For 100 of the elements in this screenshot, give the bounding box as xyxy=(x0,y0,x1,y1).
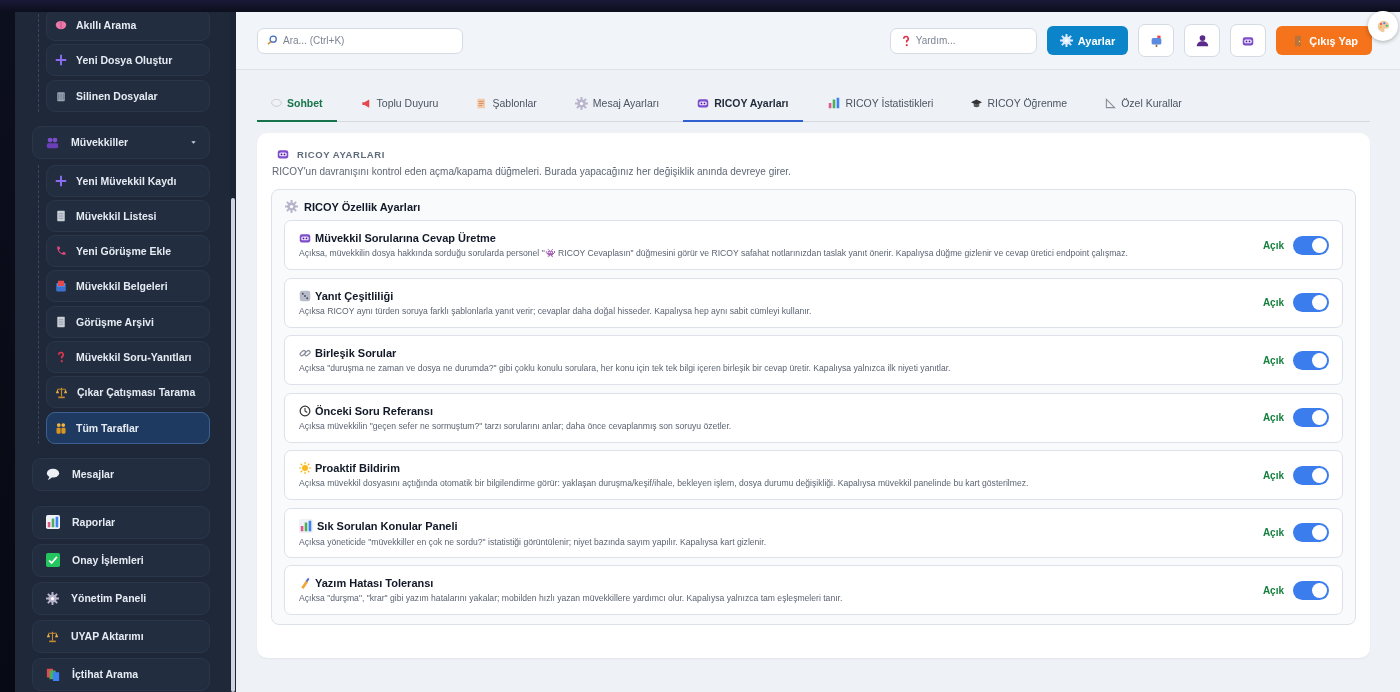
tab[interactable]: Mesaj Ayarları xyxy=(560,96,674,122)
bar-chart-icon xyxy=(826,96,841,110)
setting-description: Açıksa "duruşma ne zaman ve dosya ne durumda?" gibi çoklu konulu sorulara, her konu için tek tek bilgi içeren birleşik bir cevap üretir. Kapalıysa yalnızca ilk niyeti yanıtlar. xyxy=(299,363,952,373)
sidebar-item[interactable]: Müvekkil Belgeleri xyxy=(46,270,210,303)
sidebar-item[interactable]: Yeni Müvekkil Kaydı xyxy=(46,164,210,197)
mailbox-icon xyxy=(1149,34,1163,47)
robot-icon xyxy=(1242,34,1255,47)
tab[interactable]: RICOY Ayarları xyxy=(683,96,803,122)
triangle-ruler-icon xyxy=(1105,97,1117,109)
dice-icon xyxy=(299,289,311,302)
setting-title: Önceki Soru Referansı xyxy=(315,404,433,417)
setting-title: Yazım Hatası Toleransı xyxy=(315,577,434,589)
toggle-state: Açık xyxy=(1262,354,1284,366)
sidebar-item[interactable]: Yeni Dosya Oluştur xyxy=(46,44,210,77)
scale-icon xyxy=(55,385,68,399)
trash-icon xyxy=(55,89,67,102)
inbox-icon xyxy=(55,280,67,293)
question-icon xyxy=(55,351,67,364)
setting-description: Açıksa müvekkil dosyasını açtığında otomatik bir bilgilendirme görür: yaklaşan duruşma/keşif/ihale, bekleyen işlem, dosya durumu değişikliği. Kapalıysa müvekkil panelinde bu kart gösterilmez. xyxy=(299,478,1030,488)
sidebar-item[interactable]: Yeni Görüşme Ekle xyxy=(46,235,210,268)
setting-title: Yanıt Çeşitliliği xyxy=(315,289,394,302)
robot-button[interactable] xyxy=(1230,24,1267,57)
tab[interactable]: Şablonlar xyxy=(462,96,551,122)
toggle-state: Açık xyxy=(1262,584,1284,596)
people-icon xyxy=(55,421,67,434)
toggle-switch[interactable] xyxy=(1293,408,1329,427)
sidebar-item[interactable]: Akıllı Arama xyxy=(46,12,210,41)
tab[interactable]: Sohbet xyxy=(257,96,337,122)
graduation-cap-icon xyxy=(971,97,983,109)
setting-description: Açıksa yöneticide "müvekkiller en çok ne sordu?" istatistiği görüntülenir; niyet bazında sayım yapılır. Kapalıysa kart gizlenir. xyxy=(299,536,768,547)
speech-bubble-icon xyxy=(46,467,60,482)
toggle-switch[interactable] xyxy=(1293,580,1329,600)
tab[interactable]: RICOY Öğrenme xyxy=(957,96,1082,122)
sidebar-item[interactable]: Silinen Dosyalar xyxy=(46,79,210,112)
memo-icon xyxy=(476,97,488,109)
sidebar-item[interactable]: Çıkar Çatışması Tarama xyxy=(46,376,210,409)
tab[interactable]: RICOY İstatistikleri xyxy=(812,96,948,122)
document-icon xyxy=(55,209,67,222)
gear-icon xyxy=(1059,34,1073,47)
checkbox-icon xyxy=(46,553,60,568)
setting-description: Açıksa "durşma", "krar" gibi yazım hatalarını yakalar; mobilden hızlı yazan müvekkillere yardımcı olur. Kapalıysa yalnızca tam eşleşmeleri tanır. xyxy=(299,593,844,603)
toggle-switch[interactable] xyxy=(1293,350,1329,370)
toggle-switch[interactable] xyxy=(1293,235,1329,255)
sidebar-item[interactable]: Onay İşlemleri xyxy=(32,543,210,577)
sidebar-item[interactable]: Müvekkiller xyxy=(32,125,210,159)
sidebar-item[interactable]: Tüm Taraflar xyxy=(46,411,210,444)
toggle-switch[interactable] xyxy=(1293,465,1329,485)
toggle-state: Açık xyxy=(1262,469,1284,481)
setting-description: Açıksa, müvekkilin dosya hakkında sorduğu sorularda personel "👾 RICOY Cevaplasın" düğmesini görür ve RICOY safahat notlarınızdan taslak yanıt önerir. Kapalıysa düğme gizlenir ve cevap üretici endpoint çalışmaz. xyxy=(299,248,1129,258)
bar-chart-icon xyxy=(46,515,60,530)
sidebar-item[interactable]: UYAP Aktarımı xyxy=(32,619,210,653)
setting-description: Açıksa müvekkilin "geçen sefer ne sormuştum?" tarzı sorularını anlar; daha önce cevaplanmış son soruyu özetler. xyxy=(299,420,733,431)
speech-bubble-icon xyxy=(271,97,282,109)
toggle-state: Açık xyxy=(1262,527,1284,538)
sidebar-item[interactable]: Raporlar xyxy=(32,505,210,539)
robot-icon xyxy=(277,148,289,160)
setting-title: Proaktif Bildirim xyxy=(315,462,400,474)
tab[interactable]: Toplu Duyuru xyxy=(346,96,453,122)
caret-down-icon xyxy=(190,138,197,146)
person-icon xyxy=(1195,34,1209,47)
section-description: RICOY'un davranışını kontrol eden açma/kapama düğmeleri. Burada yapacağınız her değişiklik anında devreye girer. xyxy=(272,166,792,177)
search-field[interactable]: Ara... (Ctrl+K) xyxy=(257,27,463,54)
search-icon xyxy=(267,34,278,46)
settings-button[interactable]: Ayarlar xyxy=(1046,26,1129,55)
sidebar-item[interactable]: Mesajlar xyxy=(32,457,210,491)
profile-button[interactable] xyxy=(1184,24,1221,57)
sidebar-item[interactable]: İçtihat Arama xyxy=(32,657,210,691)
setting-title: Sık Sorulan Konular Paneli xyxy=(317,519,458,532)
sidebar-item[interactable]: Müvekkil Listesi xyxy=(46,199,210,232)
clock-icon xyxy=(299,404,311,417)
sidebar-item[interactable]: Görüşme Arşivi xyxy=(46,305,210,338)
plus-icon xyxy=(55,174,67,187)
people-icon xyxy=(46,135,59,149)
setting-title: Birleşik Sorular xyxy=(315,347,397,359)
tab[interactable]: Özel Kurallar xyxy=(1091,96,1196,122)
sidebar-item[interactable]: Yönetim Paneli xyxy=(32,581,210,615)
brain-icon xyxy=(55,19,67,31)
document-icon xyxy=(55,315,67,328)
mailbox-button[interactable] xyxy=(1138,24,1175,57)
scale-icon xyxy=(46,629,59,643)
link-icon xyxy=(299,347,311,359)
robot-icon xyxy=(299,232,311,244)
setting-description: Açıksa RICOY aynı türden soruya farklı şablonlarla yanıt verir; cevaplar daha doğal hisseder. Kapalıysa hep aynı sabit cümleyi kullanır. xyxy=(299,305,813,316)
help-field[interactable]: Yardım... xyxy=(889,27,1037,54)
scrollbar[interactable] xyxy=(230,12,236,692)
sidebar-item[interactable]: Müvekkil Soru-Yanıtları xyxy=(46,341,210,374)
toggle-switch[interactable] xyxy=(1293,293,1329,312)
sun-icon xyxy=(299,462,311,474)
toggle-switch[interactable] xyxy=(1293,523,1329,542)
setting-title: Müvekkil Sorularına Cevap Üretme xyxy=(315,232,496,244)
toggle-state: Açık xyxy=(1262,297,1284,308)
phone-icon xyxy=(55,245,67,258)
section-title: RICOY AYARLARI xyxy=(297,148,385,160)
palette-icon xyxy=(1376,19,1390,33)
writing-hand-icon xyxy=(299,577,311,589)
toggle-state: Açık xyxy=(1262,239,1284,251)
robot-icon xyxy=(697,97,710,109)
toggle-state: Açık xyxy=(1262,412,1284,423)
gear-icon xyxy=(574,96,588,110)
plus-icon xyxy=(55,54,67,67)
